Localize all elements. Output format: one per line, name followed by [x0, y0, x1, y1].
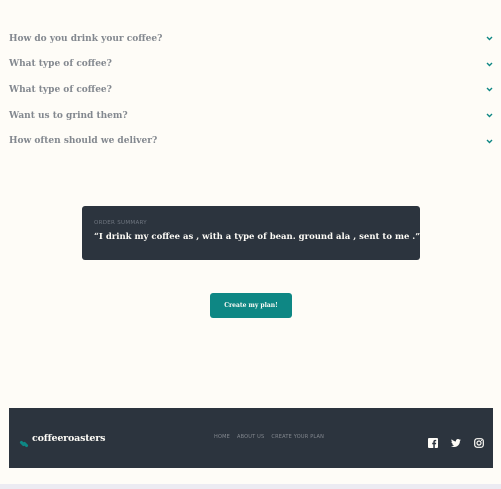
facebook-icon[interactable]	[428, 433, 438, 448]
twitter-icon[interactable]	[451, 433, 461, 447]
plan-accordion: How do you drink your coffee? What type …	[9, 26, 493, 154]
create-plan-button[interactable]: Create my plan!	[210, 293, 292, 318]
accordion-item-type[interactable]: What type of coffee?	[9, 52, 493, 78]
instagram-icon[interactable]	[474, 433, 484, 448]
footer-nav: HOME ABOUT US CREATE YOUR PLAN	[214, 434, 324, 440]
nav-link-create-plan[interactable]: CREATE YOUR PLAN	[271, 434, 324, 440]
accordion-item-drink[interactable]: How do you drink your coffee?	[9, 26, 493, 52]
chevron-down-icon[interactable]	[485, 60, 493, 68]
accordion-question: How do you drink your coffee?	[9, 33, 163, 44]
brand-logo[interactable]: coffeeroasters	[19, 433, 106, 447]
nav-link-home[interactable]: HOME	[214, 434, 230, 440]
coffee-bean-icon	[19, 434, 29, 447]
accordion-question: Want us to grind them?	[9, 110, 128, 121]
chevron-down-icon[interactable]	[485, 86, 493, 94]
bottom-edge	[0, 484, 501, 489]
chevron-down-icon[interactable]	[485, 112, 493, 120]
brand-name: coffeeroasters	[32, 433, 106, 444]
order-summary-card: ORDER SUMMARY “I drink my coffee as , wi…	[82, 206, 420, 260]
accordion-item-deliver[interactable]: How often should we deliver?	[9, 128, 493, 154]
order-summary-text: “I drink my coffee as , with a type of b…	[94, 232, 421, 242]
order-summary-title: ORDER SUMMARY	[94, 220, 147, 226]
accordion-item-type-2[interactable]: What type of coffee?	[9, 77, 493, 103]
chevron-down-icon[interactable]	[485, 35, 493, 43]
nav-link-about-us[interactable]: ABOUT US	[237, 434, 264, 440]
chevron-down-icon[interactable]	[485, 137, 493, 145]
social-links	[428, 433, 484, 448]
accordion-item-grind[interactable]: Want us to grind them?	[9, 103, 493, 129]
accordion-question: What type of coffee?	[9, 84, 112, 95]
site-footer: coffeeroasters HOME ABOUT US CREATE YOUR…	[9, 408, 493, 468]
accordion-question: How often should we deliver?	[9, 136, 158, 147]
accordion-question: What type of coffee?	[9, 59, 112, 70]
